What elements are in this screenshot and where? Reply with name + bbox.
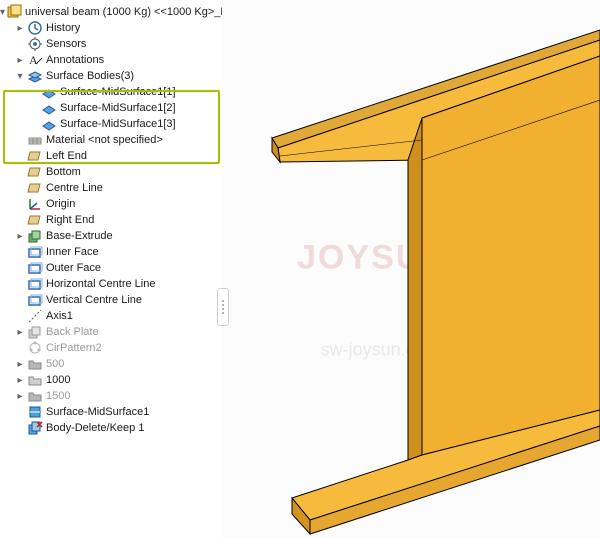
tree-item-label: 1000: [46, 374, 70, 386]
tree-item-label: Base-Extrude: [46, 230, 113, 242]
tree-item-label: History: [46, 22, 80, 34]
tree-item-base[interactable]: ▸ Base-Extrude: [0, 228, 222, 244]
expand-icon[interactable]: ▸: [14, 359, 26, 370]
tree-item-label: Surface-MidSurface1[1]: [60, 86, 176, 98]
body-delete-icon: [27, 420, 43, 436]
sketch-icon: [27, 244, 43, 260]
part-icon: [6, 4, 22, 20]
tree-item-label: Centre Line: [46, 182, 103, 194]
tree-item-root[interactable]: ▾ universal beam (1000 Kg) <<1000 Kg>_P: [0, 4, 222, 20]
tree-item-vcl[interactable]: Vertical Centre Line: [0, 292, 222, 308]
tree-item-label: Axis1: [46, 310, 73, 322]
tree-item-left[interactable]: Left End: [0, 148, 222, 164]
collapse-icon[interactable]: ▾: [14, 71, 26, 82]
plane-icon: [27, 180, 43, 196]
tree-item-sensors[interactable]: Sensors: [0, 36, 222, 52]
expand-icon[interactable]: ▸: [14, 55, 26, 66]
tree-item-label: Surface Bodies(3): [46, 70, 134, 82]
tree-item-centre[interactable]: Centre Line: [0, 180, 222, 196]
origin-icon: [27, 196, 43, 212]
tree-item-label: Back Plate: [46, 326, 99, 338]
tree-item-label: Surface-MidSurface1: [46, 406, 149, 418]
tree-item-label: Origin: [46, 198, 75, 210]
surface-bodies-icon: [27, 68, 43, 84]
plane-icon: [27, 148, 43, 164]
svg-text:A: A: [29, 53, 38, 67]
graphics-viewport[interactable]: JOYSUN sw-joysun.com.cn: [222, 0, 600, 538]
plane-icon: [27, 212, 43, 228]
expand-icon[interactable]: ▸: [14, 391, 26, 402]
sketch-icon: [27, 260, 43, 276]
tree-item-hcl[interactable]: Horizontal Centre Line: [0, 276, 222, 292]
tree-item-label: universal beam (1000 Kg) <<1000 Kg>_P: [25, 6, 222, 18]
sensors-icon: [27, 36, 43, 52]
material-icon: [27, 132, 43, 148]
tree-item-f500[interactable]: ▸ 500: [0, 356, 222, 372]
tree-item-sb3[interactable]: Surface-MidSurface1[3]: [0, 116, 222, 132]
tree-item-label: 500: [46, 358, 64, 370]
feature-tree[interactable]: ▾ universal beam (1000 Kg) <<1000 Kg>_P ▸ H…: [0, 0, 222, 436]
tree-item-label: Sensors: [46, 38, 86, 50]
tree-item-f1500[interactable]: ▸ 1500: [0, 388, 222, 404]
tree-item-f1000[interactable]: ▸ 1000: [0, 372, 222, 388]
tree-item-material[interactable]: Material <not specified>: [0, 132, 222, 148]
tree-item-sb2[interactable]: Surface-MidSurface1[2]: [0, 100, 222, 116]
axis-icon: [27, 308, 43, 324]
tree-item-inner[interactable]: Inner Face: [0, 244, 222, 260]
suppressed-extrude-icon: [27, 324, 43, 340]
panel-resize-grip[interactable]: [217, 288, 229, 326]
tree-item-axis[interactable]: Axis1: [0, 308, 222, 324]
tree-item-surfbodies[interactable]: ▾ Surface Bodies(3): [0, 68, 222, 84]
surface-icon: [41, 84, 57, 100]
tree-item-label: 1500: [46, 390, 70, 402]
surface-icon: [41, 116, 57, 132]
model-beam: [222, 0, 600, 538]
tree-item-bdk[interactable]: Body-Delete/Keep 1: [0, 420, 222, 436]
circular-pattern-icon: [27, 340, 43, 356]
tree-item-label: Horizontal Centre Line: [46, 278, 155, 290]
expand-icon[interactable]: ▸: [14, 23, 26, 34]
tree-item-back[interactable]: ▸ Back Plate: [0, 324, 222, 340]
tree-item-label: Material <not specified>: [46, 134, 163, 146]
tree-item-sb1[interactable]: Surface-MidSurface1[1]: [0, 84, 222, 100]
midsurface-feature-icon: [27, 404, 43, 420]
tree-item-label: Outer Face: [46, 262, 101, 274]
extrude-feature-icon: [27, 228, 43, 244]
tree-item-origin[interactable]: Origin: [0, 196, 222, 212]
plane-icon: [27, 164, 43, 180]
folder-icon: [27, 356, 43, 372]
tree-item-label: CirPattern2: [46, 342, 102, 354]
tree-item-label: Surface-MidSurface1[2]: [60, 102, 176, 114]
tree-item-label: Bottom: [46, 166, 81, 178]
tree-item-label: Inner Face: [46, 246, 99, 258]
sketch-icon: [27, 292, 43, 308]
tree-item-cir[interactable]: CirPattern2: [0, 340, 222, 356]
tree-item-annot[interactable]: ▸A Annotations: [0, 52, 222, 68]
surface-icon: [41, 100, 57, 116]
tree-item-outer[interactable]: Outer Face: [0, 260, 222, 276]
collapse-icon[interactable]: ▾: [0, 7, 5, 18]
tree-item-label: Right End: [46, 214, 94, 226]
tree-item-label: Surface-MidSurface1[3]: [60, 118, 176, 130]
tree-item-bottom[interactable]: Bottom: [0, 164, 222, 180]
expand-icon[interactable]: ▸: [14, 375, 26, 386]
history-icon: [27, 20, 43, 36]
expand-icon[interactable]: ▸: [14, 327, 26, 338]
app-root: ▾ universal beam (1000 Kg) <<1000 Kg>_P ▸ H…: [0, 0, 600, 538]
folder-icon: [27, 388, 43, 404]
tree-item-mids[interactable]: Surface-MidSurface1: [0, 404, 222, 420]
tree-item-history[interactable]: ▸ History: [0, 20, 222, 36]
expand-icon[interactable]: ▸: [14, 231, 26, 242]
feature-tree-panel: ▾ universal beam (1000 Kg) <<1000 Kg>_P ▸ H…: [0, 0, 222, 538]
tree-item-label: Vertical Centre Line: [46, 294, 142, 306]
tree-item-label: Left End: [46, 150, 87, 162]
tree-item-right[interactable]: Right End: [0, 212, 222, 228]
tree-item-label: Body-Delete/Keep 1: [46, 422, 144, 434]
sketch-icon: [27, 276, 43, 292]
annotations-icon: A: [27, 52, 43, 68]
folder-icon: [27, 372, 43, 388]
tree-item-label: Annotations: [46, 54, 104, 66]
